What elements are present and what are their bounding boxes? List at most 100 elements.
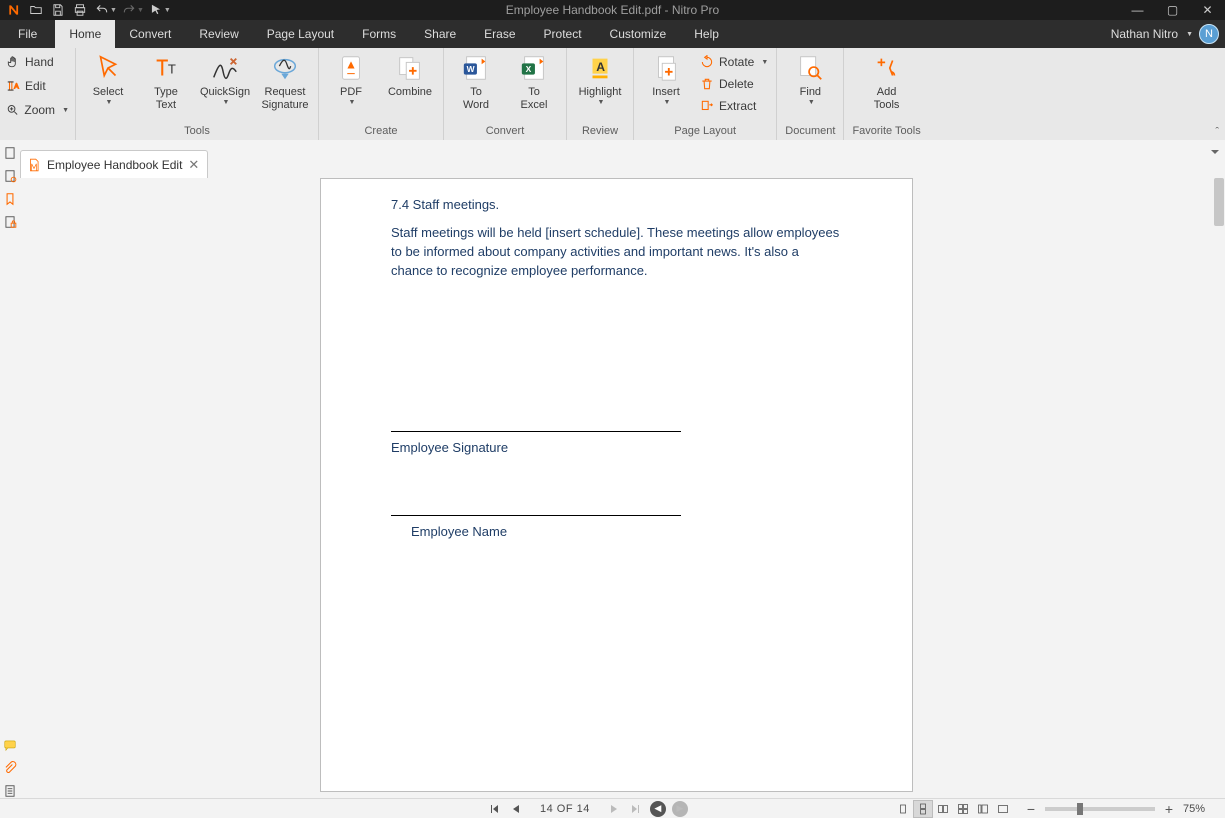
close-icon[interactable]: ✕ [1190,0,1225,20]
prev-page-icon[interactable] [508,801,524,817]
document-viewport[interactable]: 7.4 Staff meetings. Staff meetings will … [20,178,1213,798]
document-page: 7.4 Staff meetings. Staff meetings will … [320,178,913,792]
word-icon: W [460,52,492,84]
next-view-icon[interactable]: ▶ [672,801,688,817]
quicksign-button[interactable]: QuickSign▼ [200,52,250,107]
security-icon[interactable] [3,215,17,229]
edit-tool[interactable]: A Edit [6,76,69,96]
highlight-icon: A [584,52,616,84]
tab-close-icon[interactable]: ✕ [188,157,199,173]
request-signature-button[interactable]: Request Signature [260,52,310,111]
minimize-icon[interactable]: — [1120,0,1155,20]
layers-icon[interactable] [3,784,17,798]
svg-text:X: X [526,64,532,74]
ribbon-group-favorite: Add Tools Favorite Tools [844,48,928,140]
doc-paragraph: Staff meetings will be held [insert sche… [391,224,842,281]
insert-button[interactable]: Insert▼ [642,52,690,107]
view-single-icon[interactable] [893,800,913,818]
quick-tools: Hand A Edit Zoom▼ [0,48,76,140]
document-tab[interactable]: Employee Handbook Edit ✕ [20,150,208,178]
highlight-button[interactable]: A Highlight▼ [575,52,625,107]
delete-icon [700,77,714,91]
svg-text:A: A [596,60,605,74]
tab-customize[interactable]: Customize [596,20,681,48]
app-logo-icon[interactable] [4,0,24,20]
window-title: Employee Handbook Edit.pdf - Nitro Pro [506,3,719,17]
tab-forms[interactable]: Forms [348,20,410,48]
signature-line-1 [391,431,681,432]
excel-icon: X [518,52,550,84]
maximize-icon[interactable]: ▢ [1155,0,1190,20]
view-facing-icon[interactable] [933,800,953,818]
title-bar: ▼ ▼ ▼ Employee Handbook Edit.pdf - Nitro… [0,0,1225,20]
tab-share[interactable]: Share [410,20,470,48]
ribbon-group-create: PDF▼ Combine Create [319,48,444,140]
to-excel-button[interactable]: X To Excel [510,52,558,111]
prev-view-icon[interactable]: ◀ [650,801,666,817]
tab-review[interactable]: Review [185,20,252,48]
comments-icon[interactable] [3,738,17,752]
view-continuous-icon[interactable] [913,800,933,818]
signature-label-2: Employee Name [391,524,842,539]
extract-button[interactable]: Extract [700,96,768,116]
extract-icon [700,99,714,113]
tab-protect[interactable]: Protect [530,20,596,48]
zoom-tool[interactable]: Zoom▼ [6,100,69,120]
page-navigator: 14 OF 14 ◀ ▶ [486,801,688,817]
signature-label-1: Employee Signature [391,440,842,455]
tab-strip: Employee Handbook Edit ✕ [20,140,1225,178]
ribbon-group-review: A Highlight▼ Review [567,48,634,140]
tab-home[interactable]: Home [55,20,115,48]
last-page-icon[interactable] [628,801,644,817]
find-button[interactable]: Find▼ [785,52,835,107]
next-page-icon[interactable] [606,801,622,817]
type-text-button[interactable]: T Type Text [142,52,190,111]
zoom-out-icon[interactable]: − [1025,801,1037,817]
zoom-controls: − + 75% [1025,801,1225,817]
page-indicator: 14 OF 14 [530,803,600,815]
tab-erase[interactable]: Erase [470,20,529,48]
print-icon[interactable] [70,0,90,20]
edit-icon: A [6,79,20,93]
rotate-button[interactable]: Rotate▼ [700,52,768,72]
view-thumbnails-icon[interactable] [973,800,993,818]
tab-page-layout[interactable]: Page Layout [253,20,348,48]
to-word-button[interactable]: W To Word [452,52,500,111]
ribbon-group-document: Find▼ Document [777,48,844,140]
select-tool-icon[interactable] [146,0,166,20]
zoom-slider[interactable] [1045,807,1155,811]
pdf-button[interactable]: PDF▼ [327,52,375,107]
menu-bar: File Home Convert Review Page Layout For… [0,20,1225,48]
document-tab-title: Employee Handbook Edit [47,158,182,172]
open-icon[interactable] [26,0,46,20]
first-page-icon[interactable] [486,801,502,817]
undo-icon[interactable] [92,0,112,20]
view-facing-continuous-icon[interactable] [953,800,973,818]
add-tools-button[interactable]: Add Tools [862,52,912,111]
hand-tool[interactable]: Hand [6,52,69,72]
menu-file[interactable]: File [0,20,55,48]
vertical-scrollbar[interactable] [1213,178,1225,798]
save-icon[interactable] [48,0,68,20]
tab-help[interactable]: Help [680,20,733,48]
delete-button[interactable]: Delete [700,74,768,94]
hand-icon [6,55,20,69]
tab-convert[interactable]: Convert [115,20,185,48]
signature-line-2 [391,515,681,516]
zoom-level-label: 75% [1183,803,1205,815]
page-thumbnails-icon[interactable] [3,146,17,160]
zoom-in-icon[interactable]: + [1163,801,1175,817]
select-button[interactable]: Select▼ [84,52,132,107]
ribbon-collapse-icon[interactable]: ˆ [1215,126,1219,138]
bookmark-ribbon-icon[interactable] [3,192,17,206]
user-avatar-icon[interactable]: N [1199,24,1219,44]
insert-page-icon [650,52,682,84]
combine-button[interactable]: Combine [385,52,435,99]
side-panel-strip [0,140,20,798]
user-name-label[interactable]: Nathan Nitro [1111,27,1178,41]
bookmarks-icon[interactable] [3,169,17,183]
attachments-icon[interactable] [3,761,17,775]
view-fullscreen-icon[interactable] [993,800,1013,818]
ribbon-group-convert: W To Word X To Excel Convert [444,48,567,140]
redo-icon[interactable] [119,0,139,20]
